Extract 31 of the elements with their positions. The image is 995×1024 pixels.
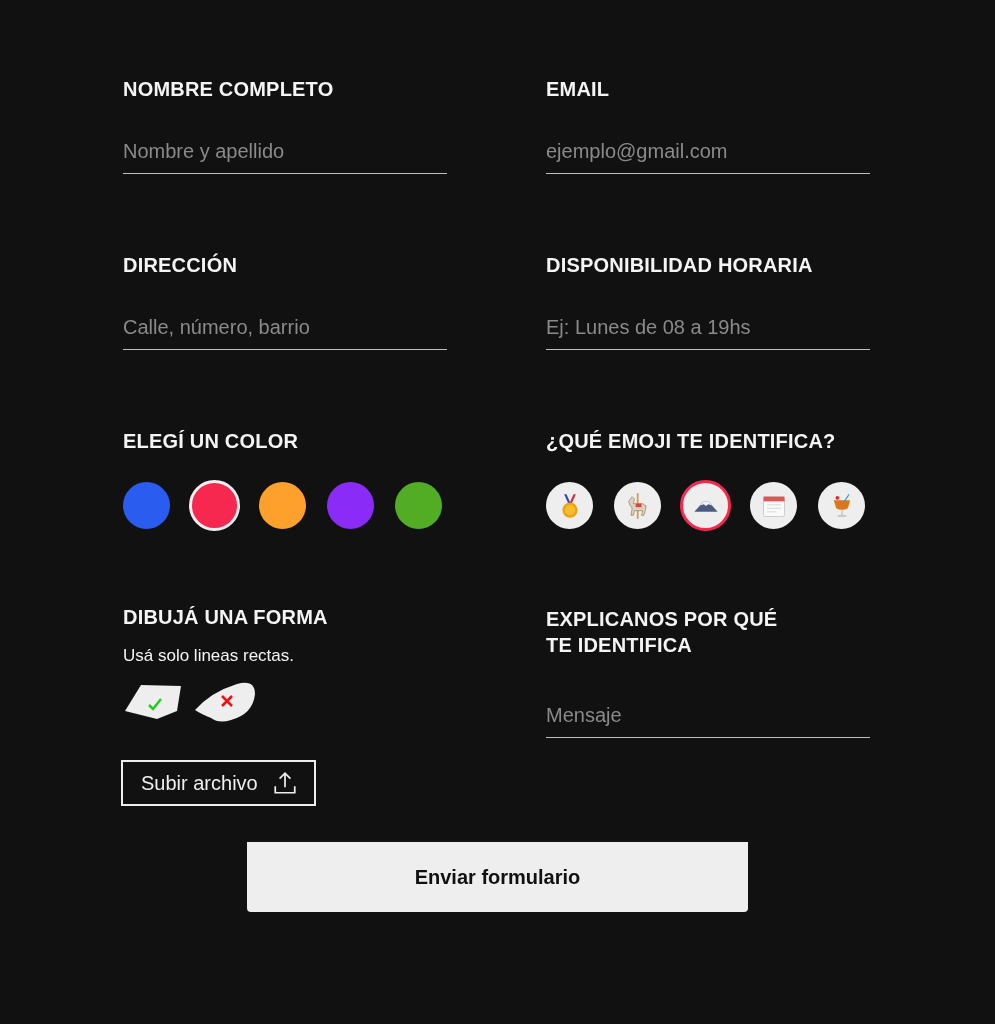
field-label: DISPONIBILIDAD HORARIA [546,254,813,276]
color-swatch[interactable] [259,482,306,529]
cross-icon [220,694,234,708]
input-field[interactable]: Nombre y apellido [123,132,447,174]
emoji-option[interactable] [546,482,593,529]
color-swatch[interactable] [395,482,442,529]
message-field[interactable]: Mensaje [546,696,870,738]
field-label: EXPLICANOS POR QUÉ TE IDENTIFICA [546,607,778,658]
field-label: EMAIL [546,78,610,100]
emoji-option[interactable] [750,482,797,529]
color-swatch[interactable] [327,482,374,529]
color-swatch[interactable] [123,482,170,529]
submit-button[interactable]: Enviar formulario [247,842,748,912]
field-label: DIRECCIÓN [123,254,238,276]
emoji-option[interactable] [680,480,731,531]
hint-text: Usá solo lineas rectas. [123,646,295,666]
emoji-option[interactable] [614,482,661,529]
input-field[interactable]: Calle, número, barrio [123,308,447,350]
field-label: DIBUJÁ UNA FORMA [123,606,328,628]
input-field[interactable]: Ej: Lunes de 08 a 19hs [546,308,870,350]
upload-icon [271,770,298,796]
polygon-shape [125,685,181,719]
input-field[interactable]: ejemplo@gmail.com [546,132,870,174]
field-label: NOMBRE COMPLETO [123,78,334,100]
emoji-option[interactable] [818,482,865,529]
blob-shape [195,682,255,722]
color-swatch[interactable] [189,480,240,531]
check-icon [148,698,162,711]
field-label: ¿QUÉ EMOJI TE IDENTIFICA? [546,430,836,452]
upload-button[interactable]: Subir archivo [121,760,316,806]
field-label: ELEGÍ UN COLOR [123,430,299,452]
